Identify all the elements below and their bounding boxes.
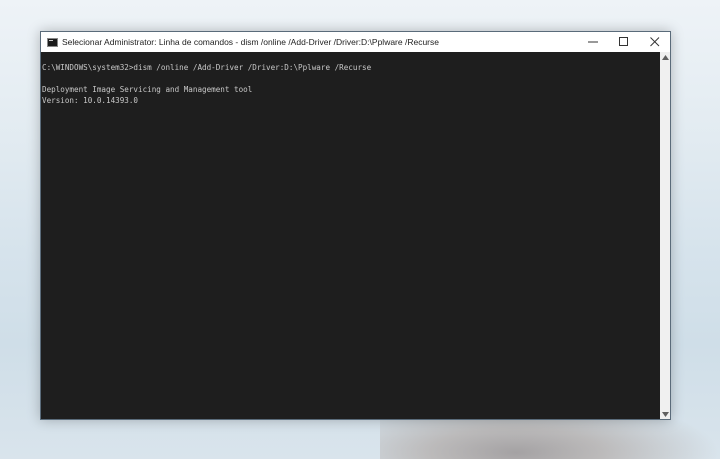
command-prompt-window: Selecionar Administrator: Linha de coman… [40,31,671,420]
console-output[interactable]: C:\WINDOWS\system32>dism /online /Add-Dr… [41,52,660,419]
window-controls [577,32,670,52]
chevron-down-icon [661,411,669,417]
maximize-button[interactable] [608,32,639,52]
chevron-up-icon [661,54,669,60]
console-line: C:\WINDOWS\system32>dism /online /Add-Dr… [42,63,372,72]
window-title: Selecionar Administrator: Linha de coman… [62,37,439,47]
console-line: Version: 10.0.14393.0 [42,96,139,105]
console-line: Deployment Image Servicing and Managemen… [42,85,253,94]
maximize-icon [618,37,628,46]
scroll-up-button[interactable] [660,52,670,62]
cmd-app-icon[interactable] [47,37,58,47]
vertical-scrollbar[interactable] [660,52,670,419]
title-bar[interactable]: Selecionar Administrator: Linha de coman… [41,32,670,52]
minimize-button[interactable] [577,32,608,52]
close-button[interactable] [639,32,670,52]
scroll-down-button[interactable] [660,409,670,419]
minimize-icon [587,41,598,43]
close-icon [649,37,659,47]
